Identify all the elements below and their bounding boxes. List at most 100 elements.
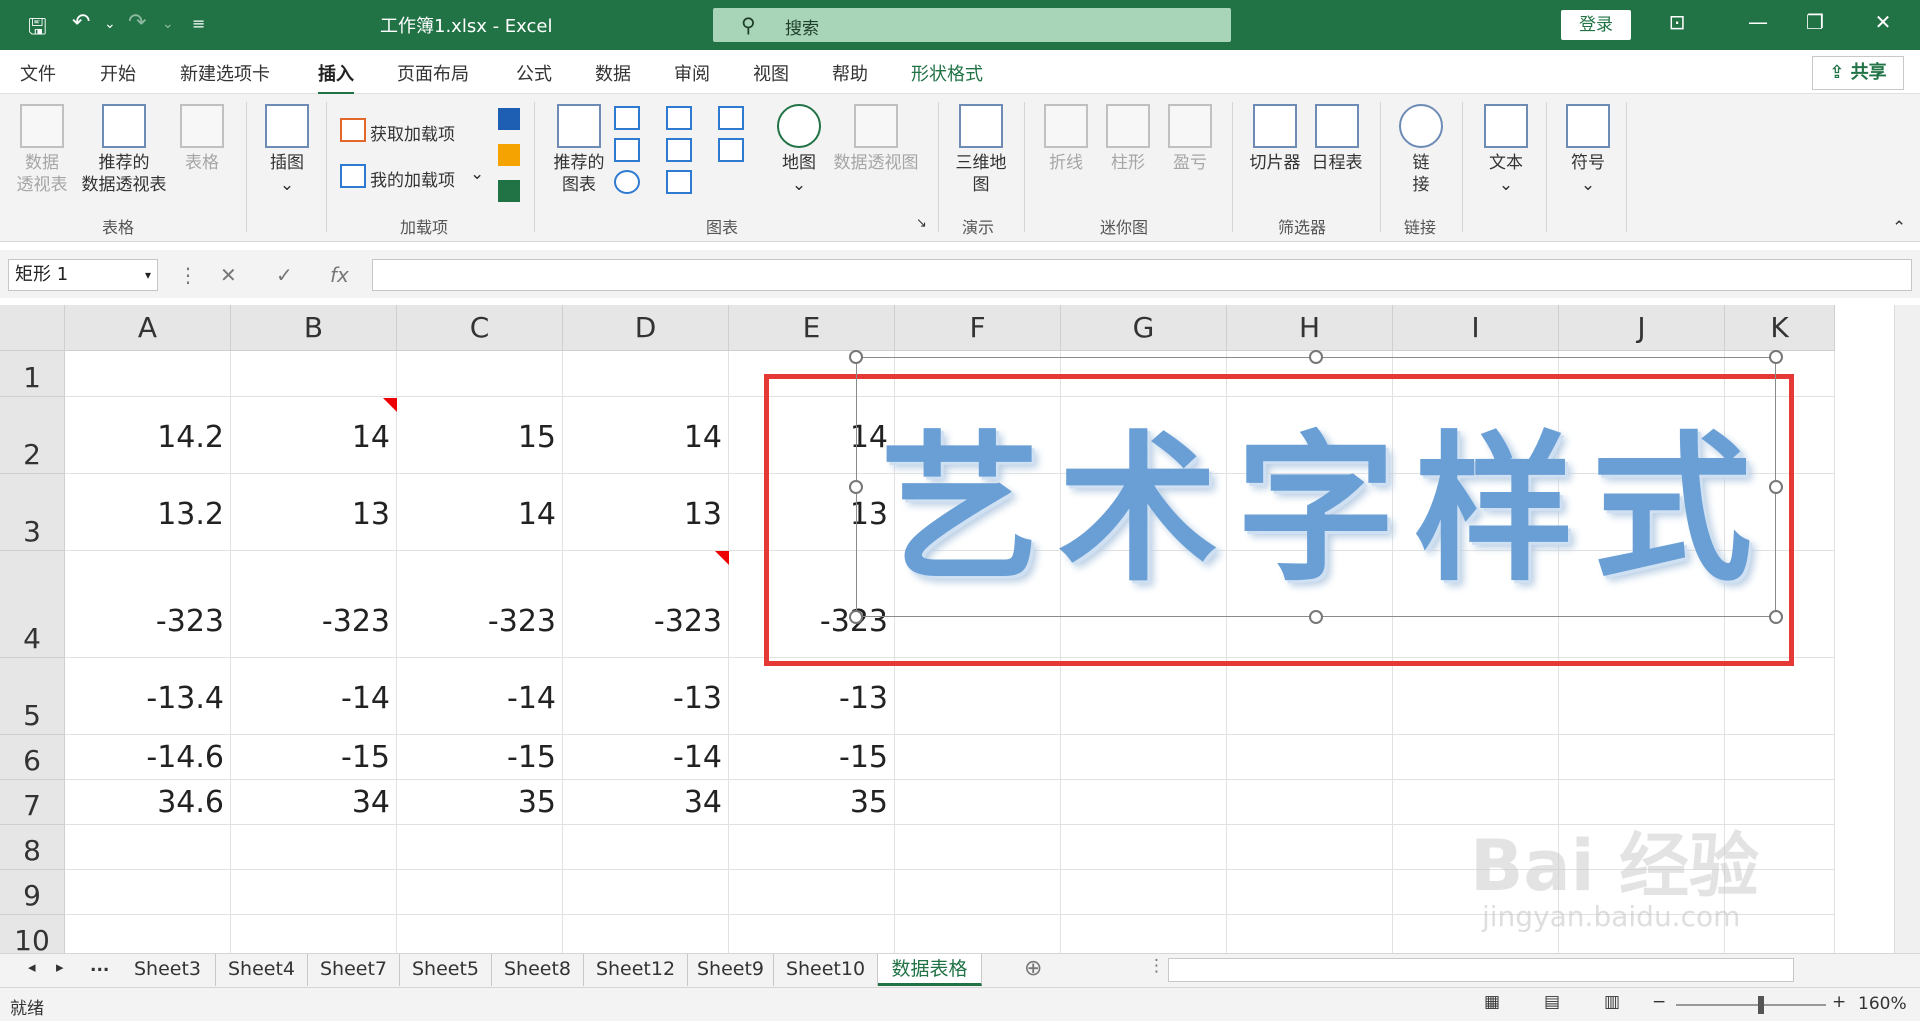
share-button[interactable]: ⇪ 共享 bbox=[1812, 56, 1904, 90]
line-chart-icon[interactable] bbox=[614, 138, 640, 162]
resize-handle[interactable] bbox=[1769, 350, 1783, 364]
cell-g5[interactable] bbox=[1061, 658, 1227, 735]
row-header-3[interactable]: 3 bbox=[0, 474, 65, 551]
cell-a6[interactable]: -14.6 bbox=[65, 735, 231, 780]
illustrations-button[interactable]: 插图 ⌄ bbox=[262, 104, 312, 196]
cell-i5[interactable] bbox=[1393, 658, 1559, 735]
cell-h7[interactable] bbox=[1227, 780, 1393, 825]
cell-c7[interactable]: 35 bbox=[397, 780, 563, 825]
cell-i6[interactable] bbox=[1393, 735, 1559, 780]
collapse-ribbon-icon[interactable]: ⌃ bbox=[1892, 218, 1906, 238]
cell-f9[interactable] bbox=[895, 870, 1061, 915]
prev-sheet-icon[interactable]: ◂ bbox=[28, 958, 36, 976]
cell-g7[interactable] bbox=[1061, 780, 1227, 825]
map-chart-button[interactable]: 地图 ⌄ bbox=[774, 104, 824, 196]
column-header-d[interactable]: D bbox=[563, 305, 729, 351]
cell-d3[interactable]: 13 bbox=[563, 474, 729, 551]
search-box[interactable]: ⚲ 搜索 bbox=[713, 8, 1231, 42]
get-addins-button[interactable]: 获取加载项 bbox=[370, 120, 455, 145]
cell-c4[interactable]: -323 bbox=[397, 551, 563, 658]
cell-a4[interactable]: -323 bbox=[65, 551, 231, 658]
sparkline-winloss-button[interactable]: 盈亏 bbox=[1164, 104, 1216, 174]
close-icon[interactable]: ✕ bbox=[1868, 10, 1898, 34]
cell-b3[interactable]: 13 bbox=[231, 474, 397, 551]
cell-c2[interactable]: 15 bbox=[397, 397, 563, 474]
link-button[interactable]: 链 接 bbox=[1396, 104, 1446, 196]
cell-c3[interactable]: 14 bbox=[397, 474, 563, 551]
cell-d1[interactable] bbox=[563, 351, 729, 397]
my-addins-dropdown-icon[interactable]: ⌄ bbox=[470, 164, 484, 184]
resize-handle[interactable] bbox=[1309, 350, 1323, 364]
timeline-button[interactable]: 日程表 bbox=[1308, 104, 1366, 174]
cell-b7[interactable]: 34 bbox=[231, 780, 397, 825]
sheet-tab-7[interactable]: Sheet9 bbox=[688, 954, 774, 986]
column-header-k[interactable]: K bbox=[1725, 305, 1835, 351]
row-header-5[interactable]: 5 bbox=[0, 658, 65, 735]
sheet-tab-8[interactable]: Sheet10 bbox=[774, 954, 878, 986]
cell-h9[interactable] bbox=[1227, 870, 1393, 915]
name-box[interactable]: 矩形 1 ▾ bbox=[8, 259, 158, 291]
column-chart-icon[interactable] bbox=[614, 106, 640, 130]
wordart-text[interactable]: 艺术字样式 bbox=[880, 380, 1770, 612]
symbols-button[interactable]: 符号 ⌄ bbox=[1558, 104, 1618, 196]
recommended-pivot-button[interactable]: 推荐的 数据透视表 bbox=[76, 104, 172, 196]
table-button[interactable]: 表格 bbox=[176, 104, 228, 174]
bing-maps-icon[interactable] bbox=[498, 144, 520, 166]
cell-c6[interactable]: -15 bbox=[397, 735, 563, 780]
sheet-tab-3[interactable]: Sheet7 bbox=[308, 954, 400, 986]
page-break-view-icon[interactable]: ▥ bbox=[1604, 992, 1620, 1012]
3d-map-button[interactable]: 三维地 图 bbox=[950, 104, 1012, 196]
formula-input[interactable] bbox=[372, 259, 1912, 291]
tab-page-layout[interactable]: 页面布局 bbox=[397, 60, 469, 86]
statistic-chart-icon[interactable] bbox=[666, 138, 692, 162]
pie-chart-icon[interactable] bbox=[614, 170, 640, 194]
next-sheet-icon[interactable]: ▸ bbox=[56, 958, 64, 976]
enter-icon[interactable]: ✓ bbox=[276, 263, 293, 287]
cell-a8[interactable] bbox=[65, 825, 231, 870]
people-graph-icon[interactable] bbox=[498, 180, 520, 202]
add-sheet-icon[interactable]: ⊕ bbox=[1024, 956, 1042, 981]
cell-b2[interactable]: 14 bbox=[231, 397, 397, 474]
column-header-i[interactable]: I bbox=[1393, 305, 1559, 351]
zoom-out-icon[interactable]: − bbox=[1652, 992, 1666, 1012]
cell-h8[interactable] bbox=[1227, 825, 1393, 870]
cell-d5[interactable]: -13 bbox=[563, 658, 729, 735]
resize-handle[interactable] bbox=[1309, 610, 1323, 624]
cell-g8[interactable] bbox=[1061, 825, 1227, 870]
cell-a9[interactable] bbox=[65, 870, 231, 915]
cell-e9[interactable] bbox=[729, 870, 895, 915]
cell-j5[interactable] bbox=[1559, 658, 1725, 735]
text-button[interactable]: 文本 ⌄ bbox=[1476, 104, 1536, 196]
zoom-in-icon[interactable]: + bbox=[1832, 992, 1846, 1012]
pivot-table-button[interactable]: 数据 透视表 bbox=[12, 104, 72, 196]
resize-handle[interactable] bbox=[849, 480, 863, 494]
row-header-4[interactable]: 4 bbox=[0, 551, 65, 658]
comment-indicator[interactable] bbox=[715, 551, 729, 565]
cell-a2[interactable]: 14.2 bbox=[65, 397, 231, 474]
cell-c8[interactable] bbox=[397, 825, 563, 870]
column-header-j[interactable]: J bbox=[1559, 305, 1725, 351]
sheet-tab-1[interactable]: Sheet3 bbox=[120, 954, 216, 986]
sheet-tab-5[interactable]: Sheet8 bbox=[492, 954, 584, 986]
page-layout-view-icon[interactable]: ▤ bbox=[1544, 992, 1560, 1012]
scatter-chart-icon[interactable] bbox=[666, 170, 692, 194]
sparkline-line-button[interactable]: 折线 bbox=[1040, 104, 1092, 174]
column-header-c[interactable]: C bbox=[397, 305, 563, 351]
cell-d6[interactable]: -14 bbox=[563, 735, 729, 780]
sheet-tab-9[interactable]: 数据表格 bbox=[878, 954, 982, 986]
ribbon-display-icon[interactable]: ⊡ bbox=[1662, 10, 1692, 34]
cell-g6[interactable] bbox=[1061, 735, 1227, 780]
cell-e5[interactable]: -13 bbox=[729, 658, 895, 735]
cell-c5[interactable]: -14 bbox=[397, 658, 563, 735]
column-header-e[interactable]: E bbox=[729, 305, 895, 351]
tab-file[interactable]: 文件 bbox=[20, 60, 56, 86]
login-button[interactable]: 登录 bbox=[1561, 10, 1631, 40]
cell-a7[interactable]: 34.6 bbox=[65, 780, 231, 825]
tab-data[interactable]: 数据 bbox=[595, 60, 631, 86]
comment-indicator[interactable] bbox=[383, 398, 397, 412]
sheet-tab-4[interactable]: Sheet5 bbox=[400, 954, 492, 986]
tab-help[interactable]: 帮助 bbox=[832, 60, 868, 86]
more-sheets-icon[interactable]: ... bbox=[90, 956, 109, 976]
cell-d8[interactable] bbox=[563, 825, 729, 870]
minimize-icon[interactable]: — bbox=[1743, 10, 1773, 34]
